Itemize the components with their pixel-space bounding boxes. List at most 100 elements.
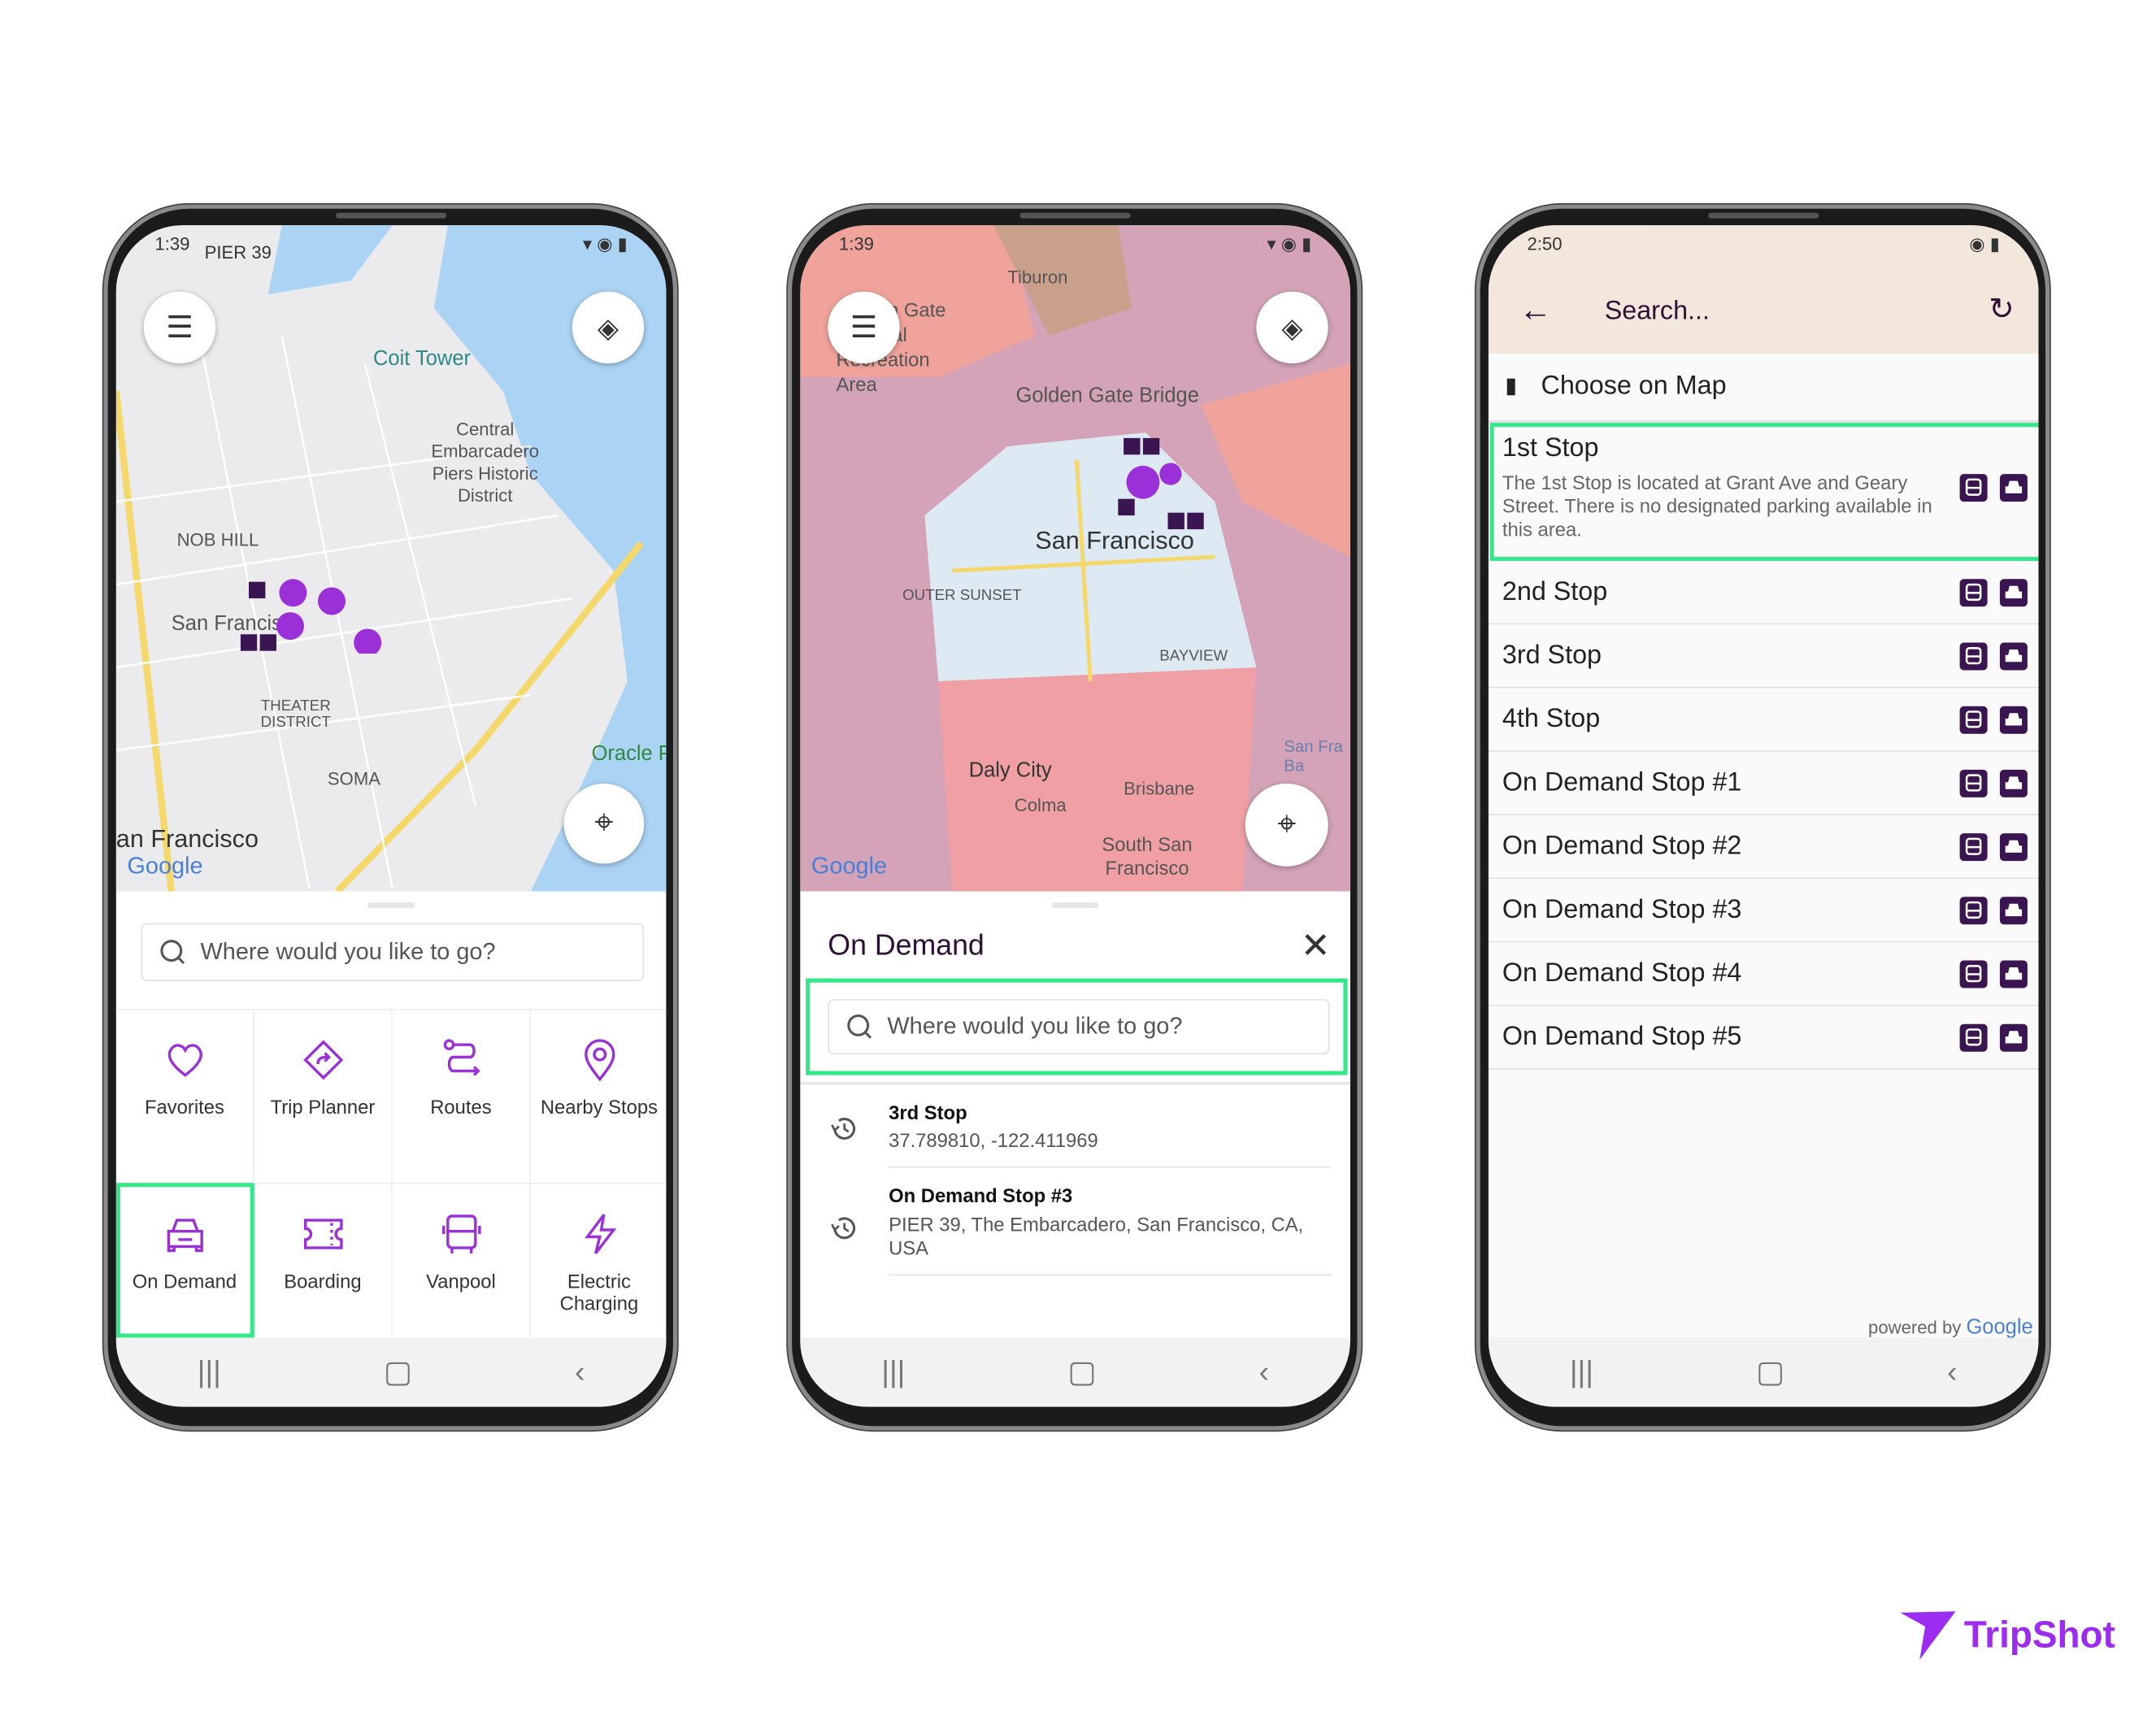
menu-button[interactable]: ☰ [143,291,216,364]
van-icon [441,1214,480,1253]
map-label: an Francisco [115,824,259,853]
ticket-icon [303,1219,342,1249]
tile-electric-charging[interactable]: Electric Charging [530,1184,667,1340]
stop-row[interactable]: 4th Stop [1488,688,2039,752]
stop-row[interactable]: On Demand Stop #4 [1488,942,2039,1006]
tripshot-logo-mark [1900,1611,1956,1660]
system-nav-bar: ||| ▢ ‹ [800,1337,1350,1407]
crosshair-icon: ⌖ [594,804,614,842]
car-icon [1999,1023,2028,1052]
history-icon [828,1113,861,1153]
recents-icon[interactable]: ||| [881,1354,905,1390]
map-icon: ▮ [1505,374,1518,398]
back-icon[interactable]: ‹ [1258,1354,1268,1390]
status-time: 1:39 [838,233,874,254]
history-item[interactable]: 3rd Stop 37.789810, -122.411969 [800,1096,1350,1168]
stop-markers [240,579,382,654]
recents-icon[interactable]: ||| [1570,1354,1593,1390]
map-view[interactable]: PIER 39 Coit Tower Central Embarcadero P… [115,225,667,892]
status-icons: ◉ ▮ [1969,233,2000,254]
tile-boarding[interactable]: Boarding [254,1184,393,1340]
close-button[interactable]: ✕ [1301,924,1331,967]
history-title: On Demand Stop #3 [889,1184,1073,1207]
map-label: Tiburon [1007,267,1068,288]
car-icon [1999,706,2028,734]
tile-trip-planner[interactable]: Trip Planner [254,1010,393,1184]
search-placeholder: Where would you like to go? [200,938,496,965]
route-icon [442,1039,480,1076]
stop-name: 2nd Stop [1502,577,1608,607]
home-icon[interactable]: ▢ [384,1354,412,1390]
map-label: Coit Tower [373,346,472,371]
car-icon [1999,960,2028,988]
system-nav-bar: ||| ▢ ‹ [1488,1337,2039,1407]
status-time: 2:50 [1527,233,1563,254]
refresh-icon: ↻ [1989,291,2015,327]
map-label: South San Francisco [1102,833,1193,880]
choose-on-map-label: Choose on Map [1541,371,1727,401]
menu-button[interactable]: ☰ [828,291,900,364]
home-icon[interactable]: ▢ [1756,1354,1784,1390]
status-icons: ▾ ◉ ▮ [1267,233,1312,254]
location-pin-icon [584,1039,615,1082]
map-view[interactable]: Tiburon Golden Gate National Recreation … [800,225,1350,892]
stop-mode-icons [1959,706,2028,734]
powered-by-google: powered by Google [1868,1315,2033,1339]
stop-row[interactable]: 2nd Stop [1488,561,2039,625]
stop-name: 4th Stop [1502,705,1601,734]
stop-row[interactable]: On Demand Stop #5 [1488,1006,2039,1070]
arrow-left-icon: ← [1519,291,1553,329]
home-icon[interactable]: ▢ [1067,1354,1096,1390]
tile-nearby-stops[interactable]: Nearby Stops [530,1010,667,1184]
directions-icon [302,1040,343,1080]
first-stop-highlight [1489,423,2039,562]
back-icon[interactable]: ‹ [575,1354,585,1390]
history-item[interactable]: On Demand Stop #3 PIER 39, The Embarcade… [800,1182,1350,1279]
layers-button[interactable]: ◈ [572,291,645,364]
stop-name: On Demand Stop #5 [1502,1023,1742,1052]
tripshot-logo: TripShot [1897,1607,2115,1662]
stop-row[interactable]: On Demand Stop #3 [1488,879,2039,943]
layers-icon: ◈ [597,313,619,344]
refresh-button[interactable]: ↻ [1989,292,2014,328]
destination-search-input[interactable]: Where would you like to go? [141,923,645,981]
map-label: San Fra Ba [1284,736,1343,775]
my-location-button[interactable]: ⌖ [563,783,645,864]
layers-button[interactable]: ◈ [1256,291,1328,364]
stop-name: On Demand Stop #3 [1502,895,1742,925]
back-icon[interactable]: ‹ [1947,1354,1957,1390]
back-button[interactable]: ← [1519,292,1552,331]
sheet-handle[interactable] [1051,902,1099,908]
stop-row[interactable]: 3rd Stop [1488,624,2039,689]
stop-search-input[interactable]: Search... [1605,298,1710,328]
lightning-icon [584,1214,616,1254]
bus-icon [1959,579,1988,607]
history-icon [828,1212,861,1252]
car-icon [1999,769,2028,797]
status-time: 1:39 [154,233,190,254]
stop-mode-icons [1959,579,2028,607]
status-bar: 1:39 ▾ ◉ ▮ [800,225,1350,261]
bus-icon [1959,960,1988,988]
tile-vanpool[interactable]: Vanpool [392,1184,531,1340]
search-icon [847,1014,872,1039]
status-bar: 2:50 ◉ ▮ [1489,225,2039,261]
map-label: THEATER DISTRICT [260,697,331,732]
phone-stop-search: 2:50 ◉ ▮ ← Search... ↻ ▮ Choose on Map 1s… [1476,204,2050,1431]
destination-search-input[interactable]: Where would you like to go? [828,999,1330,1055]
bus-icon [1959,1023,1988,1052]
tile-routes[interactable]: Routes [392,1010,531,1184]
status-icons: ▾ ◉ ▮ [582,233,628,254]
recents-icon[interactable]: ||| [198,1354,221,1390]
divider [889,1274,1332,1276]
my-location-button[interactable]: ⌖ [1245,783,1328,867]
map-label: Brisbane [1124,778,1195,799]
stop-row[interactable]: On Demand Stop #2 [1488,815,2039,880]
tile-favorites[interactable]: Favorites [115,1010,254,1184]
choose-on-map-row[interactable]: ▮ Choose on Map [1488,354,2039,424]
tile-label: Favorites [144,1096,224,1119]
stop-name: On Demand Stop #1 [1502,768,1742,797]
stop-row[interactable]: On Demand Stop #1 [1488,751,2039,815]
powered-by-text: powered by [1868,1317,1962,1338]
sheet-handle[interactable] [367,902,415,908]
